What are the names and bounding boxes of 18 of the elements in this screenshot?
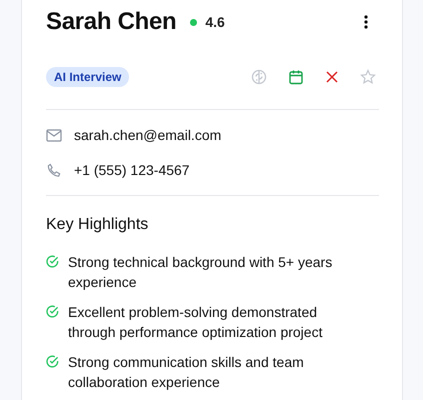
star-icon[interactable]	[360, 69, 376, 85]
check-circle-icon	[46, 255, 59, 268]
candidate-name: Sarah Chen	[46, 8, 176, 36]
rating: 4.6	[205, 14, 225, 30]
check-circle-icon	[46, 305, 59, 318]
contact-text: +1 (555) 123-4567	[74, 162, 190, 178]
calendar-icon[interactable]	[288, 69, 304, 85]
more-icon[interactable]	[364, 15, 368, 29]
close-icon[interactable]	[325, 70, 339, 84]
highlight-text: Strong communication skills and team collaboration experience	[68, 353, 305, 392]
mail-icon	[46, 128, 62, 142]
highlight-text: Strong technical background with 5+ years experience	[68, 253, 334, 292]
check-circle-icon	[46, 355, 59, 368]
contact-text: sarah.chen@email.com	[74, 127, 222, 143]
highlight-text: Excellent problem-solving demonstrated through performance optimization project	[68, 303, 324, 342]
phone-icon	[46, 162, 62, 178]
interview-badge: AI Interview	[46, 67, 130, 87]
section-title: Key Highlights	[46, 216, 150, 234]
